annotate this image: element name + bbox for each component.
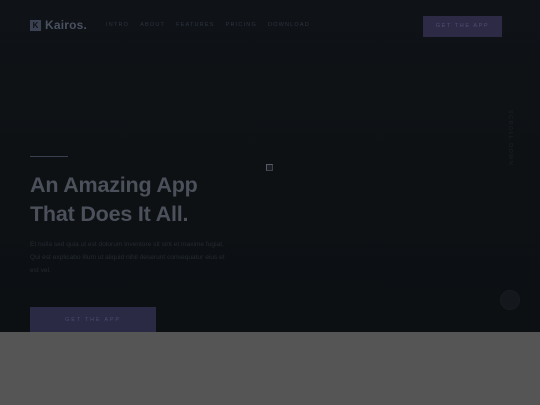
hero-get-app-button[interactable]: Get The App bbox=[30, 307, 156, 333]
logo[interactable]: K Kairos. bbox=[30, 18, 87, 32]
hero-description: Et nulla sed quia ut est dolorum invento… bbox=[30, 241, 225, 274]
scroll-down-label: Scroll Down bbox=[507, 110, 513, 167]
logo-mark-icon: K bbox=[30, 19, 41, 31]
scroll-down-button[interactable] bbox=[500, 290, 520, 310]
nav-item-features[interactable]: Features bbox=[176, 22, 215, 28]
broken-image-icon bbox=[266, 164, 273, 171]
headline-line-1: An Amazing App bbox=[30, 173, 198, 197]
nav-item-intro[interactable]: Intro bbox=[106, 22, 129, 28]
page: K Kairos. Intro About Features Pricing D… bbox=[0, 0, 540, 405]
logo-text: Kairos. bbox=[45, 18, 88, 32]
headline-divider bbox=[30, 156, 68, 157]
hero-headline: An Amazing App That Does It All. bbox=[30, 171, 270, 229]
headline-line-2: That Does It All. bbox=[30, 202, 189, 226]
header-get-app-button[interactable]: Get The App bbox=[423, 16, 502, 37]
main-nav: Intro About Features Pricing Download bbox=[106, 22, 321, 28]
next-section bbox=[0, 332, 540, 405]
hero-section: K Kairos. Intro About Features Pricing D… bbox=[0, 0, 540, 333]
site-header: K Kairos. Intro About Features Pricing D… bbox=[0, 0, 540, 52]
nav-item-pricing[interactable]: Pricing bbox=[226, 22, 257, 28]
nav-item-about[interactable]: About bbox=[140, 22, 165, 28]
nav-item-download[interactable]: Download bbox=[268, 22, 310, 28]
